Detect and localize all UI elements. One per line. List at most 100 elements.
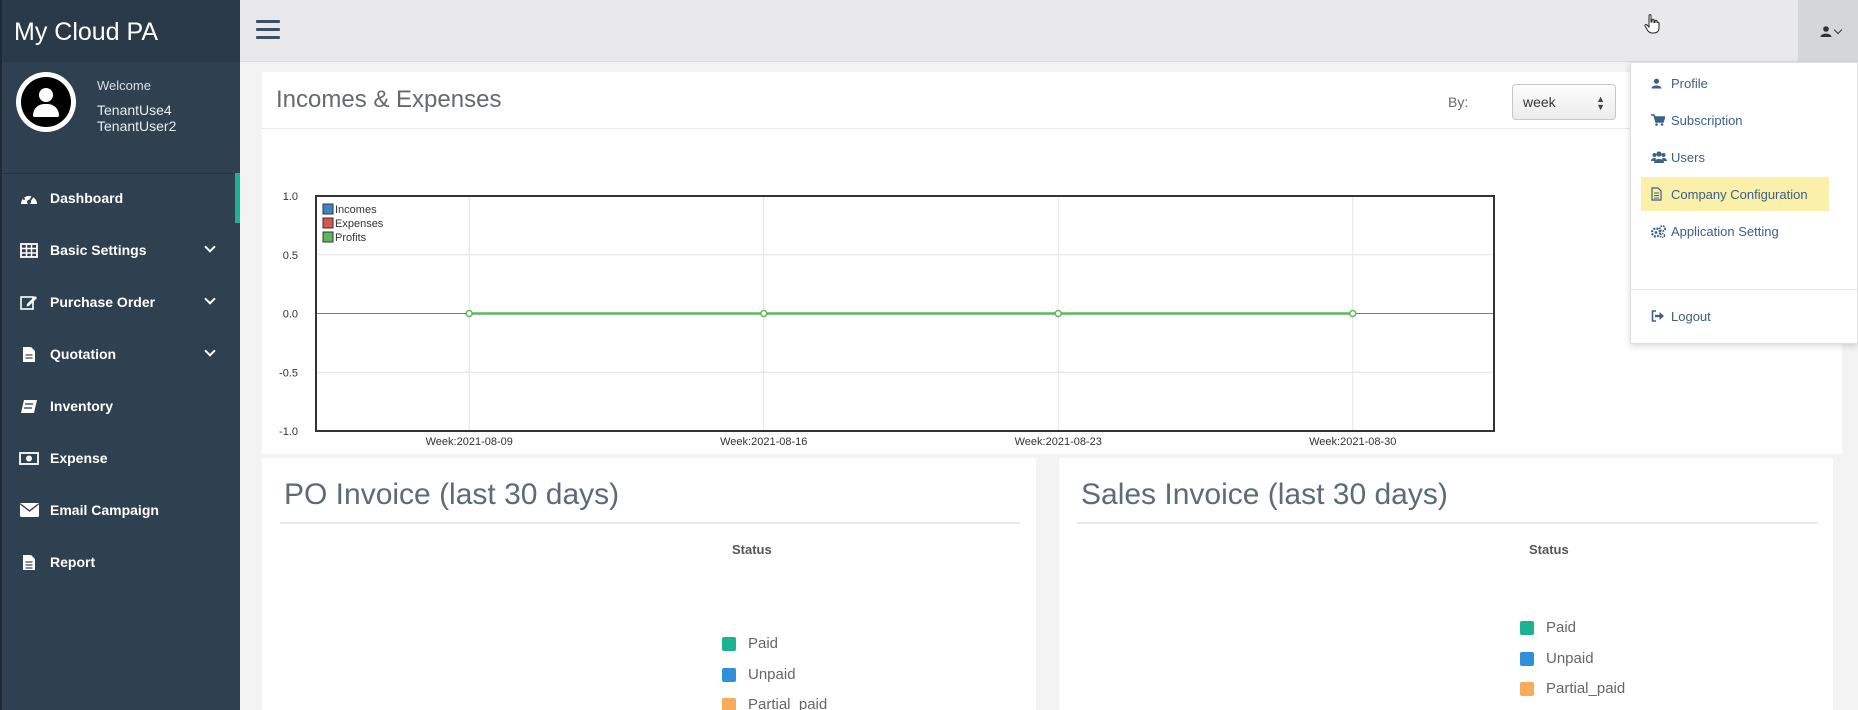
legend-label: Unpaid xyxy=(1546,650,1594,667)
sidebar-item-label: Email Campaign xyxy=(50,502,159,518)
legend-label: Profits xyxy=(335,232,367,244)
sidebar-item-email-campaign[interactable]: Email Campaign xyxy=(2,485,240,535)
menu-item-label: Company Configuration xyxy=(1671,186,1808,202)
status-chart-title: Status xyxy=(732,542,772,557)
panel-title: Incomes & Expenses xyxy=(276,86,502,113)
data-point xyxy=(1349,309,1357,318)
sidebar-item-label: Purchase Order xyxy=(50,294,156,310)
menu-item-label: Subscription xyxy=(1671,112,1743,128)
legend-swatch xyxy=(722,636,736,651)
envelope-icon xyxy=(18,501,40,519)
menu-item-users[interactable]: Users xyxy=(1641,140,1829,174)
data-point xyxy=(760,309,768,318)
po-invoice-panel: PO Invoice (last 30 days) Status Paid Un… xyxy=(262,458,1036,710)
sidebar-item-dashboard[interactable]: Dashboard xyxy=(2,173,240,223)
menu-item-label: Users xyxy=(1671,149,1705,165)
avatar[interactable] xyxy=(16,72,76,132)
chevron-down-icon xyxy=(204,293,216,305)
sidebar-item-quotation[interactable]: Quotation xyxy=(2,329,240,379)
incomes-expenses-panel: Incomes & Expenses By: week ▲ ▼ 1.0 0.5 0.0… xyxy=(262,72,1842,454)
x-tick-label: Week:2021-08-30 xyxy=(1309,436,1396,448)
menu-item-profile[interactable]: Profile xyxy=(1641,66,1829,100)
hand-cursor-icon xyxy=(1644,14,1660,34)
menu-item-label: Application Setting xyxy=(1671,223,1779,239)
x-tick-label: Week:2021-08-09 xyxy=(426,436,513,448)
panel-divider xyxy=(280,522,1020,524)
legend-item-partial-paid: Partial_paid xyxy=(722,696,827,710)
legend-label: Partial_paid xyxy=(748,696,828,710)
panel-title: PO Invoice (last 30 days) xyxy=(284,478,620,511)
menu-toggle-icon[interactable] xyxy=(256,20,280,40)
legend-label: Incomes xyxy=(335,204,377,216)
legend-item-unpaid: Unpaid xyxy=(1520,650,1594,667)
legend-label: Expenses xyxy=(335,218,384,230)
y-tick-label: 0.5 xyxy=(283,250,298,262)
user-dropdown-menu: Profile Subscription Users Company Confi… xyxy=(1630,62,1858,344)
legend-swatch xyxy=(722,667,736,682)
legend-swatch xyxy=(1520,620,1534,635)
user-name-line2: TenantUser2 xyxy=(97,118,177,134)
period-label: By: xyxy=(1448,94,1469,110)
menu-item-company-configuration[interactable]: Company Configuration xyxy=(1641,177,1829,211)
sidebar-item-label: Report xyxy=(50,554,96,570)
sidebar-item-purchase-order[interactable]: Purchase Order xyxy=(2,277,240,327)
user-menu-button[interactable] xyxy=(1798,0,1858,62)
sidebar-item-basic-settings[interactable]: Basic Settings xyxy=(2,225,240,275)
dashboard-icon xyxy=(18,189,40,207)
incomes-expenses-chart: 1.0 0.5 0.0 -0.5 -1.0 Week:2021-08-09 Week:202… xyxy=(279,191,1495,448)
legend-item-partial-paid: Partial_paid xyxy=(1520,680,1625,697)
sidebar-item-report[interactable]: Report xyxy=(2,537,240,587)
legend-swatch xyxy=(722,697,736,710)
sidebar-item-inventory[interactable]: Inventory xyxy=(2,381,240,431)
cogs-icon xyxy=(1651,224,1667,238)
y-tick-label: -0.5 xyxy=(279,367,298,379)
chevron-down-icon xyxy=(204,241,216,253)
sidebar-item-label: Inventory xyxy=(50,398,114,414)
panel-divider xyxy=(262,128,1842,129)
sidebar-item-label: Basic Settings xyxy=(50,242,147,258)
legend-label: Partial_paid xyxy=(1546,680,1626,697)
money-icon xyxy=(18,449,40,467)
sidebar-item-label: Quotation xyxy=(50,346,117,362)
file-icon xyxy=(18,345,40,363)
user-avatar-icon xyxy=(21,77,71,127)
panel-title: Sales Invoice (last 30 days) xyxy=(1081,478,1448,511)
sales-invoice-panel: Sales Invoice (last 30 days) Status Paid… xyxy=(1059,458,1833,710)
chevron-down-icon xyxy=(204,345,216,357)
sign-out-icon xyxy=(1651,309,1667,323)
sidebar-item-label: Expense xyxy=(50,450,108,466)
menu-item-subscription[interactable]: Subscription xyxy=(1641,103,1829,137)
chevron-down-icon xyxy=(1833,25,1843,35)
sidebar-item-expense[interactable]: Expense xyxy=(2,433,240,483)
legend-swatch xyxy=(322,203,334,215)
x-tick-label: Week:2021-08-23 xyxy=(1015,436,1102,448)
period-select[interactable]: week ▲ ▼ xyxy=(1512,84,1616,120)
legend-label: Paid xyxy=(1546,619,1577,636)
menu-divider xyxy=(1631,289,1857,290)
menu-item-application-setting[interactable]: Application Setting xyxy=(1641,214,1829,248)
legend-label: Paid xyxy=(748,635,779,652)
legend-swatch xyxy=(322,217,334,229)
users-icon xyxy=(1651,150,1667,164)
data-point xyxy=(465,309,473,318)
period-select-value: week xyxy=(1523,94,1556,110)
user-name-line1: TenantUse4 xyxy=(97,102,172,118)
legend-swatch xyxy=(1520,651,1534,666)
legend-item-unpaid: Unpaid xyxy=(722,666,796,683)
menu-item-logout[interactable]: Logout xyxy=(1641,299,1829,333)
legend-item-paid: Paid xyxy=(1520,619,1576,636)
sidebar-item-label: Dashboard xyxy=(50,190,124,206)
data-point xyxy=(1054,309,1062,318)
topbar xyxy=(240,0,1858,62)
edit-icon xyxy=(18,293,40,311)
legend-swatch xyxy=(322,231,334,243)
book-icon xyxy=(18,397,40,415)
legend-item-paid: Paid xyxy=(722,635,778,652)
menu-item-label: Logout xyxy=(1671,308,1711,324)
user-icon xyxy=(1820,26,1832,37)
document-icon xyxy=(1651,187,1667,201)
file-text-icon xyxy=(18,553,40,571)
legend-swatch xyxy=(1520,681,1534,696)
brand-title[interactable]: My Cloud PA xyxy=(2,0,240,62)
sidebar: My Cloud PA Welcome TenantUse4 TenantUse… xyxy=(0,0,240,710)
